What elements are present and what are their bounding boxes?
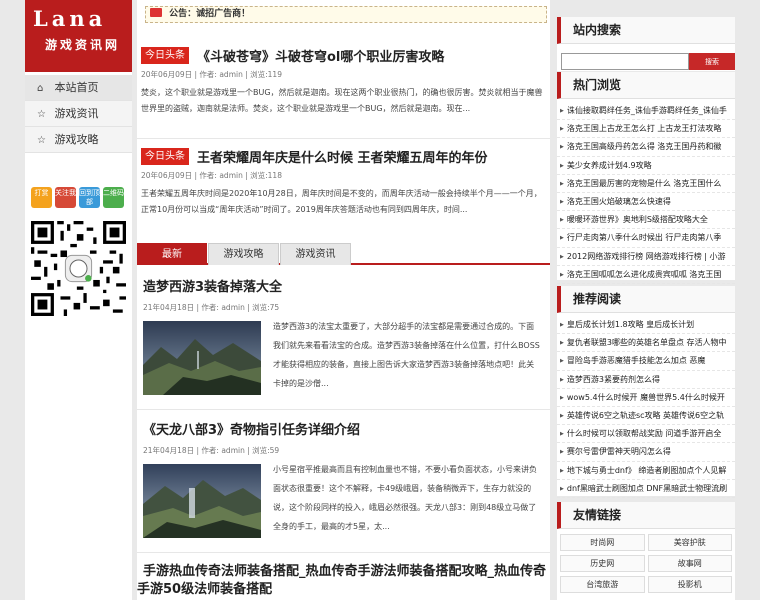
follow-button[interactable]: 关注我 (55, 187, 76, 208)
panel-title: 站内搜索 (557, 17, 735, 44)
tab-latest[interactable]: 最新 (137, 243, 207, 265)
search-button[interactable]: 搜索 (689, 53, 735, 70)
panel-title: 推荐阅读 (557, 286, 735, 313)
list-item[interactable]: 行尸走肉第八季什么时候出 行尸走肉第八季 (557, 229, 735, 248)
hot-list: 诛仙接取羁绊任务_诛仙手游羁绊任务_诛仙手 洛克王国上古龙王怎么打 上古龙王打法… (557, 99, 735, 284)
post-title-link[interactable]: 《天龙八部3》奇物指引任务详细介绍 (137, 423, 360, 438)
article-title-link[interactable]: 王者荣耀周年庆是什么时候 王者荣耀五周年的年份 (197, 147, 488, 166)
headline-tag: 今日头条 (141, 46, 189, 64)
category-tabs: 最新 游戏攻略 游戏资讯 (137, 243, 550, 265)
top-article: 今日头条 《斗破苍穹》斗破苍穹ol哪个职业厉害攻略 20年06月09日 | 作者… (137, 45, 550, 117)
nav-item-label: 游戏攻略 (54, 133, 99, 146)
list-item[interactable]: 复仇者联盟3哪些的英雄名单盘点 存活人物中 (557, 334, 735, 353)
site-logo[interactable]: Lana 游戏资讯网 (25, 0, 132, 72)
list-item[interactable]: 地下城与勇士dnf》 缔造者刷图加点个人见解 (557, 462, 735, 480)
friend-link[interactable]: 时尚网 (560, 534, 645, 551)
article-excerpt: 焚炎，这个职业就是游戏里一个BUG，然后就是迦南。现在这两个职业很热门，的确也很… (141, 88, 543, 113)
notice-text: 公告：诚招广告商！ (169, 9, 251, 19)
left-sidebar: Lana 游戏资讯网 ⌂ 本站首页 ☆ 游戏资讯 ☆ 游戏攻略 打赏 关注我 回… (25, 0, 132, 600)
tab-guides[interactable]: 游戏攻略 (208, 243, 279, 265)
list-item[interactable]: 暖暖环游世界》奥地利S级搭配攻略大全 (557, 211, 735, 230)
list-item[interactable]: 洛克王国上古龙王怎么打 上古龙王打法攻略 (557, 120, 735, 139)
friend-link[interactable]: 故事网 (647, 555, 732, 572)
list-item[interactable]: 皇后成长计划1.8攻略 皇后成长计划 (557, 316, 735, 335)
list-item[interactable]: 什么时候可以领取帮战奖励 问道手游开启全 (557, 425, 735, 444)
headline-tag: 今日头条 (141, 147, 189, 165)
post-thumbnail[interactable] (143, 464, 261, 538)
divider (137, 552, 550, 553)
star-icon: ☆ (37, 109, 46, 120)
list-item[interactable]: 洛克王国高级丹药怎么得 洛克王国丹药和徽 (557, 138, 735, 157)
action-buttons: 打赏 关注我 回到顶部 二维码 (25, 153, 132, 208)
star-icon: ☆ (37, 135, 46, 146)
list-item[interactable]: dnf黑暗武士刷图加点 DNF黑暗武士物理流刷 (557, 480, 735, 498)
article-title-link[interactable]: 《斗破苍穹》斗破苍穹ol哪个职业厉害攻略 (197, 46, 444, 65)
search-input[interactable] (561, 53, 689, 70)
divider (137, 409, 550, 410)
article-meta: 20年06月09日 | 作者: admin | 浏览:119 (141, 70, 282, 79)
list-item[interactable]: 2012网络游戏排行榜 网络游戏排行榜 | 小游 (557, 248, 735, 266)
list-item[interactable]: 洛克王国最厉害的宠物是什么 洛克王国什么 (557, 175, 735, 193)
recommend-list: 皇后成长计划1.8攻略 皇后成长计划 复仇者联盟3哪些的英雄名单盘点 存活人物中… (557, 313, 735, 498)
list-item[interactable]: wow5.4什么时候开 魔兽世界5.4什么时候开 (557, 389, 735, 407)
search-panel: 站内搜索 搜索 (557, 17, 735, 71)
post-excerpt: 造梦西游3的法宝太重要了，大部分超手的法宝都是需要通过合成的。下面我们就先来看看… (273, 322, 540, 388)
right-sidebar: 站内搜索 搜索 热门浏览 诛仙接取羁绊任务_诛仙手游羁绊任务_诛仙手 洛克王国上… (557, 0, 735, 600)
nav-item-label: 游戏资讯 (54, 107, 99, 120)
back-to-top-button[interactable]: 回到顶部 (79, 187, 100, 208)
list-item[interactable]: 洛克王国呱呱怎么进化成贵宾呱呱 洛克王国 (557, 266, 735, 284)
qrcode-button[interactable]: 二维码 (103, 187, 124, 208)
list-item[interactable]: 诛仙接取羁绊任务_诛仙手游羁绊任务_诛仙手 (557, 102, 735, 121)
panel-title: 热门浏览 (557, 72, 735, 99)
list-item[interactable]: 英雄传说6空之轨迹sc攻略 英雄传说6空之轨 (557, 407, 735, 426)
logo-line1: Lana (33, 6, 107, 31)
list-item[interactable]: 赛尔号雷伊雷神天明闪怎么得 (557, 443, 735, 462)
friend-links: 时尚网 美容护肤 历史网 故事网 台湾旅游 投影机 (557, 529, 735, 598)
top-article: 今日头条 王者荣耀周年庆是什么时候 王者荣耀五周年的年份 20年06月09日 |… (137, 146, 550, 218)
friend-link[interactable]: 台湾旅游 (560, 576, 645, 593)
qr-code-image (31, 221, 126, 316)
home-icon: ⌂ (37, 83, 44, 94)
notice-bar: 公告：诚招广告商！ (145, 6, 547, 23)
list-item[interactable]: 美少女养成计划4.9攻略 (557, 157, 735, 175)
article-meta: 20年06月09日 | 作者: admin | 浏览:118 (141, 171, 282, 180)
nav-item-home[interactable]: ⌂ 本站首页 (25, 75, 132, 101)
friend-link[interactable]: 历史网 (560, 555, 645, 572)
post-title-link[interactable]: 手游热血传奇法师装备搭配_热血传奇手游法师装备搭配攻略_热血传奇手游50级法师装… (137, 564, 546, 597)
main-content: 公告：诚招广告商！ 今日头条 《斗破苍穹》斗破苍穹ol哪个职业厉害攻略 20年0… (137, 0, 550, 600)
post-item: 手游热血传奇法师装备搭配_热血传奇手游法师装备搭配攻略_热血传奇手游50级法师装… (137, 563, 550, 599)
divider (137, 138, 550, 139)
nav-item-label: 本站首页 (54, 81, 99, 94)
post-item: 造梦西游3装备掉落大全 21年04月18日 | 作者: admin | 浏览:7… (137, 278, 550, 397)
list-item[interactable]: 洛克王国火焰破璃怎么快速得 (557, 193, 735, 212)
nav-item-news[interactable]: ☆ 游戏资讯 (25, 101, 132, 127)
recommend-panel: 推荐阅读 皇后成长计划1.8攻略 皇后成长计划 复仇者联盟3哪些的英雄名单盘点 … (557, 286, 735, 498)
list-item[interactable]: 造梦西游3紧要药剂怎么得 (557, 371, 735, 389)
post-meta: 21年04月18日 | 作者: admin | 浏览:75 (143, 303, 280, 312)
list-item[interactable]: 冒险岛手游恶魔猎手技能怎么加点 恶魔 (557, 352, 735, 371)
main-nav: ⌂ 本站首页 ☆ 游戏资讯 ☆ 游戏攻略 (25, 75, 132, 153)
post-thumbnail[interactable] (143, 321, 261, 395)
friend-link[interactable]: 投影机 (647, 576, 732, 593)
friends-panel: 友情链接 时尚网 美容护肤 历史网 故事网 台湾旅游 投影机 (557, 502, 735, 600)
post-title-link[interactable]: 造梦西游3装备掉落大全 (137, 280, 282, 295)
logo-line2: 游戏资讯网 (45, 38, 121, 52)
hot-panel: 热门浏览 诛仙接取羁绊任务_诛仙手游羁绊任务_诛仙手 洛克王国上古龙王怎么打 上… (557, 72, 735, 284)
nav-item-guides[interactable]: ☆ 游戏攻略 (25, 127, 132, 153)
post-item: 《天龙八部3》奇物指引任务详细介绍 21年04月18日 | 作者: admin … (137, 421, 550, 540)
post-excerpt: 小号星宿平推最高而且有控制血量也不错，不要小看负面状态，小号来讲负面状态很重要！… (273, 465, 537, 531)
speaker-icon (150, 8, 162, 17)
panel-title: 友情链接 (557, 502, 735, 529)
article-excerpt: 王者荣耀五周年庆时间是2020年10月28日，周年庆时间是不变的，而周年庆活动一… (141, 189, 542, 214)
post-meta: 21年04月18日 | 作者: admin | 浏览:59 (143, 446, 280, 455)
tip-button[interactable]: 打赏 (31, 187, 52, 208)
friend-link[interactable]: 美容护肤 (647, 534, 732, 551)
tab-news[interactable]: 游戏资讯 (280, 243, 351, 265)
